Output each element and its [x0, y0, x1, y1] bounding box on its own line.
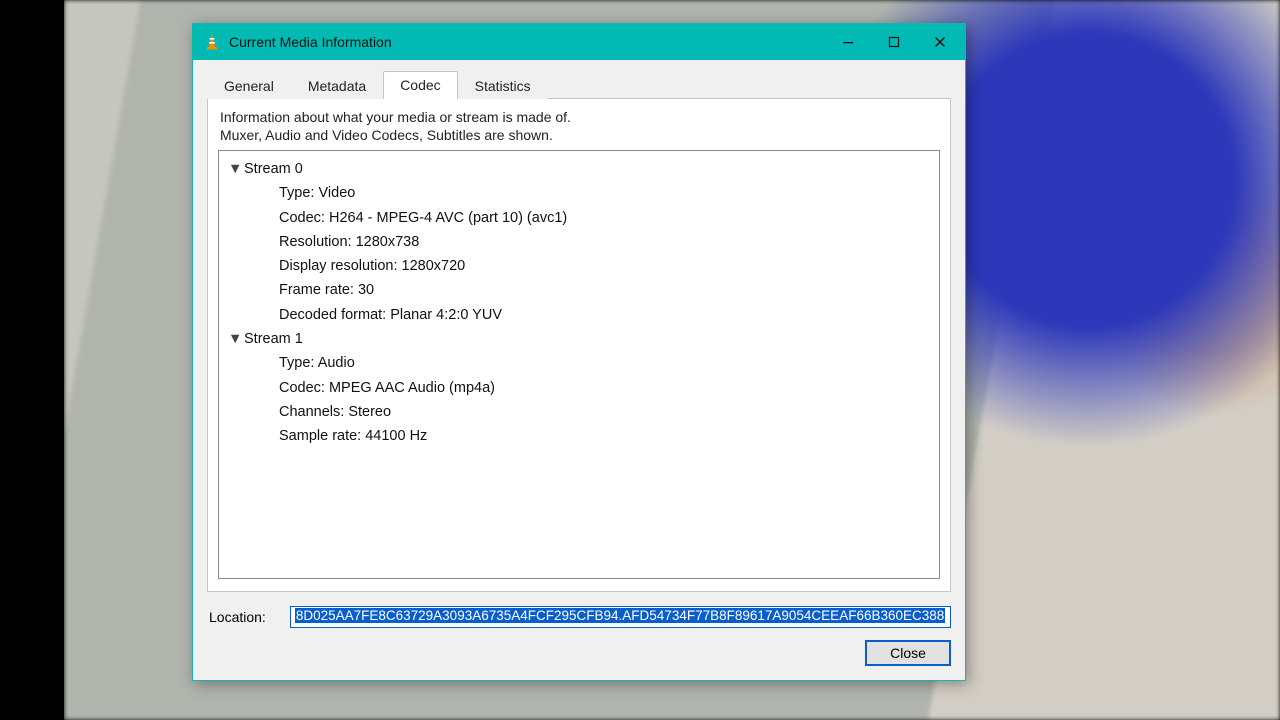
- codec-property: Codec: MPEG AAC Audio (mp4a): [279, 378, 495, 398]
- location-value: 8D025AA7FE8C63729A3093A6735A4FCF295CFB94…: [295, 608, 945, 623]
- close-button[interactable]: Close: [865, 640, 951, 666]
- left-black-bar: [0, 0, 64, 720]
- tab-general[interactable]: General: [207, 72, 291, 99]
- codec-description-line1: Information about what your media or str…: [220, 109, 571, 125]
- codec-property-row[interactable]: Codec: H264 - MPEG-4 AVC (part 10) (avc1…: [225, 206, 933, 230]
- tab-codec[interactable]: Codec: [383, 71, 457, 99]
- tab-metadata[interactable]: Metadata: [291, 72, 383, 99]
- codec-property: Codec: H264 - MPEG-4 AVC (part 10) (avc1…: [279, 208, 567, 228]
- codec-property-row[interactable]: Type: Audio: [225, 351, 933, 375]
- codec-property-row[interactable]: Type: Video: [225, 181, 933, 205]
- codec-tab-panel: Information about what your media or str…: [207, 98, 951, 592]
- location-input[interactable]: 8D025AA7FE8C63729A3093A6735A4FCF295CFB94…: [290, 606, 951, 628]
- titlebar[interactable]: Current Media Information: [193, 24, 965, 60]
- codec-tree[interactable]: ▼ Stream 0 Type: Video Codec: H264 - MPE…: [218, 150, 940, 579]
- minimize-button[interactable]: [825, 24, 871, 60]
- stream-header[interactable]: ▼ Stream 0: [225, 157, 933, 181]
- codec-property-row[interactable]: Codec: MPEG AAC Audio (mp4a): [225, 376, 933, 400]
- codec-property-row[interactable]: Sample rate: 44100 Hz: [225, 424, 933, 448]
- dialog-client-area: General Metadata Codec Statistics Inform…: [193, 60, 965, 680]
- window-title: Current Media Information: [229, 34, 392, 50]
- codec-property-row[interactable]: Frame rate: 30: [225, 278, 933, 302]
- codec-property: Frame rate: 30: [279, 280, 374, 300]
- stream-header[interactable]: ▼ Stream 1: [225, 327, 933, 351]
- chevron-down-icon: ▼: [228, 159, 242, 179]
- codec-property: Type: Video: [279, 183, 355, 203]
- stream-header-label: Stream 1: [244, 329, 303, 349]
- dialog-footer: Location: 8D025AA7FE8C63729A3093A6735A4F…: [207, 606, 951, 666]
- stream-header-label: Stream 0: [244, 159, 303, 179]
- codec-property-row[interactable]: Display resolution: 1280x720: [225, 254, 933, 278]
- chevron-down-icon: ▼: [228, 329, 242, 349]
- vlc-cone-icon: [203, 33, 221, 51]
- maximize-button[interactable]: [871, 24, 917, 60]
- codec-property: Display resolution: 1280x720: [279, 256, 465, 276]
- codec-property-row[interactable]: Decoded format: Planar 4:2:0 YUV: [225, 303, 933, 327]
- codec-property: Resolution: 1280x738: [279, 232, 419, 252]
- location-row: Location: 8D025AA7FE8C63729A3093A6735A4F…: [207, 606, 951, 628]
- media-info-dialog: Current Media Information General Metada…: [192, 23, 966, 681]
- codec-description-line2: Muxer, Audio and Video Codecs, Subtitles…: [220, 127, 940, 145]
- codec-property-row[interactable]: Resolution: 1280x738: [225, 230, 933, 254]
- close-window-button[interactable]: [917, 24, 963, 60]
- codec-property-row[interactable]: Channels: Stereo: [225, 400, 933, 424]
- codec-property: Channels: Stereo: [279, 402, 391, 422]
- tabstrip: General Metadata Codec Statistics: [207, 70, 951, 98]
- location-label: Location:: [207, 609, 266, 625]
- codec-property: Type: Audio: [279, 353, 355, 373]
- codec-property: Decoded format: Planar 4:2:0 YUV: [279, 305, 502, 325]
- tab-statistics[interactable]: Statistics: [458, 72, 548, 99]
- codec-property: Sample rate: 44100 Hz: [279, 426, 427, 446]
- codec-description: Information about what your media or str…: [218, 109, 940, 144]
